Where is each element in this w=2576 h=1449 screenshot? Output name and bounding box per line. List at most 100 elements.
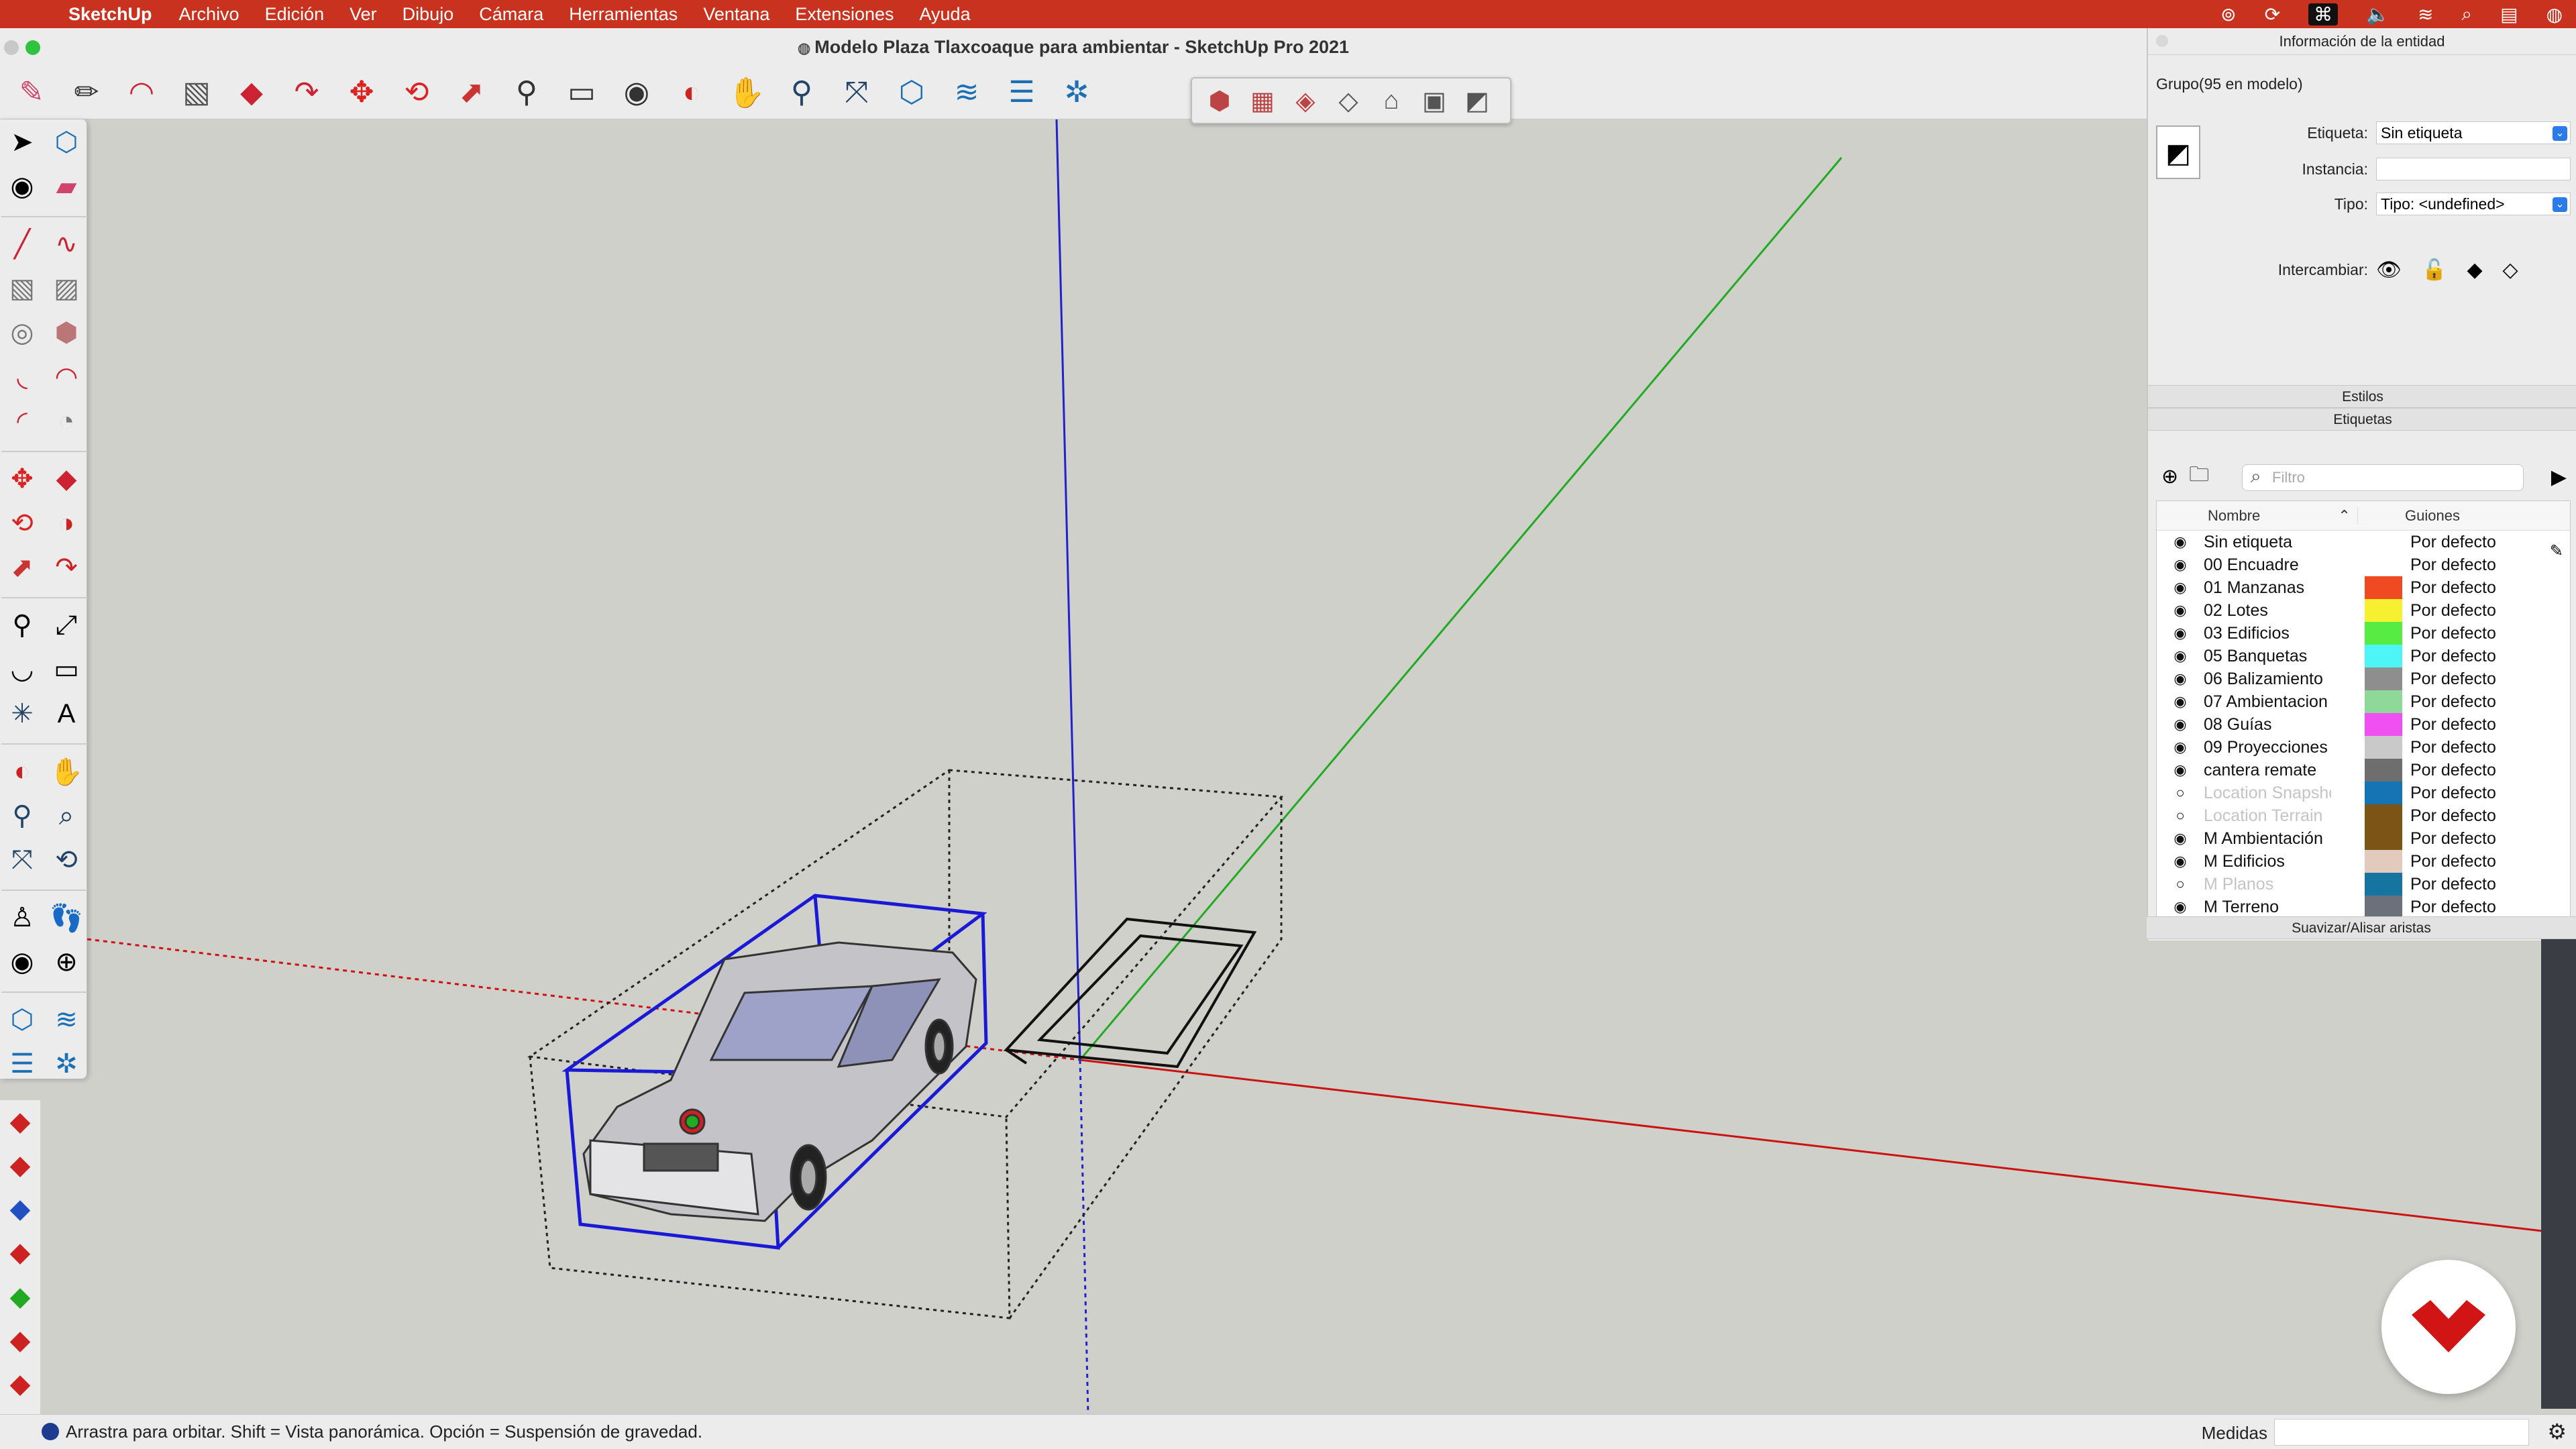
tag-row[interactable]: ○ Location Terrain Por defecto [2157,804,2570,827]
tags-filter-input[interactable]: Filtro [2242,464,2524,491]
tag-dash[interactable]: Por defecto [2402,601,2496,621]
tag-row[interactable]: ◉ cantera remate Por defecto [2157,759,2570,782]
eye-icon[interactable]: ◉ [2157,579,2204,596]
tag-name[interactable]: Location Terrain [2204,806,2331,826]
scroll-strip[interactable] [2541,939,2576,1409]
measurements-input[interactable] [2274,1419,2529,1446]
instancia-input[interactable] [2376,158,2571,180]
eye-icon[interactable]: 👁 [2376,258,2402,282]
eye-icon[interactable]: ◉ [2157,670,2204,688]
tag-name[interactable]: M Terreno [2204,898,2331,917]
eye-icon[interactable]: ◉ [2157,853,2204,870]
tag-color-swatch[interactable] [2365,873,2402,896]
tag-name[interactable]: cantera remate [2204,761,2331,780]
tag-name[interactable]: M Planos [2204,875,2331,894]
tag-dash[interactable]: Por defecto [2402,533,2496,552]
add-tag-icon[interactable]: ⊕ [2161,465,2178,488]
chevron-down-icon[interactable]: ⌄ [2553,126,2567,141]
tag-name[interactable]: 03 Edificios [2204,624,2331,643]
eye-icon[interactable]: ◉ [2157,647,2204,665]
tag-name[interactable]: M Ambientación [2204,829,2331,849]
tag-row[interactable]: ◉ 06 Balizamiento Por defecto [2157,667,2570,690]
tag-name[interactable]: Location Snapshot [2204,784,2331,803]
panel-close-icon[interactable] [2156,35,2168,47]
tag-name[interactable]: Sin etiqueta [2204,533,2331,552]
tag-dash[interactable]: Por defecto [2402,578,2496,598]
chevron-down-icon[interactable]: ⌄ [2553,197,2567,212]
styles-section-header[interactable]: Estilos [2148,385,2576,408]
eye-hidden-icon[interactable]: ○ [2157,784,2204,802]
eye-icon[interactable]: ◉ [2157,556,2204,574]
eye-icon[interactable]: ◉ [2157,625,2204,642]
tag-name[interactable]: 00 Encuadre [2204,555,2331,575]
tag-row[interactable]: ◉ 02 Lotes Por defecto [2157,599,2570,622]
tag-row[interactable]: ◉ 05 Banquetas Por defecto [2157,645,2570,667]
tag-name[interactable]: 09 Proyecciones [2204,738,2331,757]
tag-row[interactable]: ◉ 09 Proyecciones Por defecto [2157,736,2570,759]
tag-color-swatch[interactable] [2365,713,2402,736]
tag-row[interactable]: ◉ 07 Ambientacion Por defecto [2157,690,2570,713]
tag-dash[interactable]: Por defecto [2402,669,2496,689]
tag-dash[interactable]: Por defecto [2402,784,2496,803]
tag-row[interactable]: ◉ M Terreno Por defecto [2157,896,2570,918]
tag-color-swatch[interactable] [2365,531,2402,553]
tag-color-swatch[interactable] [2365,850,2402,873]
tag-row[interactable]: ◉ 00 Encuadre Por defecto [2157,553,2570,576]
tag-dash[interactable]: Por defecto [2402,875,2496,894]
tag-dash[interactable]: Por defecto [2402,806,2496,826]
tag-row[interactable]: ◉ M Edificios Por defecto [2157,850,2570,873]
tag-dash[interactable]: Por defecto [2402,761,2496,780]
tag-row[interactable]: ○ M Planos Por defecto [2157,873,2570,896]
tag-row[interactable]: ◉ 01 Manzanas Por defecto [2157,576,2570,599]
pencil-icon[interactable]: ✎ [2550,541,2563,561]
tag-color-swatch[interactable] [2365,667,2402,690]
tag-color-swatch[interactable] [2365,759,2402,782]
tags-detail-icon[interactable]: ▶ [2551,466,2567,489]
tag-name[interactable]: 08 Guías [2204,715,2331,735]
tag-color-swatch[interactable] [2365,804,2402,827]
lock-icon[interactable]: 🔓 [2422,258,2447,282]
eye-icon[interactable]: ◉ [2157,602,2204,619]
eye-icon[interactable]: ◉ [2157,761,2204,779]
tag-name[interactable]: 06 Balizamiento [2204,669,2331,689]
tag-color-swatch[interactable] [2365,690,2402,713]
soften-section-header[interactable]: Suavizar/Alisar aristas [2147,916,2576,939]
eye-icon[interactable]: ◉ [2157,739,2204,756]
tipo-select[interactable]: Tipo: <undefined> ⌄ [2376,193,2571,215]
eye-icon[interactable]: ◉ [2157,830,2204,847]
tag-name[interactable]: M Edificios [2204,852,2331,871]
col-name-header[interactable]: Nombre ⌃ [2157,506,2358,525]
tag-color-swatch[interactable] [2365,576,2402,599]
eye-icon[interactable]: ◉ [2157,716,2204,733]
gear-icon[interactable]: ⚙ [2547,1419,2567,1444]
eye-icon[interactable]: ◉ [2157,898,2204,916]
eye-icon[interactable]: ◉ [2157,693,2204,710]
tag-dash[interactable]: Por defecto [2402,624,2496,643]
eye-icon[interactable]: ◉ [2157,533,2204,551]
tag-row[interactable]: ○ Location Snapshot Por defecto [2157,782,2570,804]
tag-row[interactable]: ◉ Sin etiqueta Por defecto [2157,531,2570,553]
tag-color-swatch[interactable] [2365,782,2402,804]
info-icon[interactable] [42,1423,59,1440]
model-viewport[interactable] [87,119,2543,1415]
tag-color-swatch[interactable] [2365,622,2402,645]
tag-dash[interactable]: Por defecto [2402,692,2496,712]
tag-row[interactable]: ◉ 08 Guías Por defecto [2157,713,2570,736]
etiqueta-select[interactable]: Sin etiqueta ⌄ [2376,121,2571,144]
cast-shadow-icon[interactable]: ◆ [2467,258,2482,282]
col-dashes-header[interactable]: Guiones [2358,507,2570,525]
tag-dash[interactable]: Por defecto [2402,898,2496,917]
tags-section-header[interactable]: Etiquetas [2148,408,2576,431]
tag-dash[interactable]: Por defecto [2402,715,2496,735]
tag-color-swatch[interactable] [2365,736,2402,759]
eye-hidden-icon[interactable]: ○ [2157,875,2204,893]
entity-info-header[interactable]: Información de la entidad [2148,28,2576,55]
tag-name[interactable]: 01 Manzanas [2204,578,2331,598]
add-folder-icon[interactable]: 🗀 [2189,460,2209,494]
tag-dash[interactable]: Por defecto [2402,555,2496,575]
tag-color-swatch[interactable] [2365,553,2402,576]
tag-color-swatch[interactable] [2365,896,2402,918]
tag-color-swatch[interactable] [2365,645,2402,667]
tag-row[interactable]: ◉ M Ambientación Por defecto [2157,827,2570,850]
tag-dash[interactable]: Por defecto [2402,829,2496,849]
